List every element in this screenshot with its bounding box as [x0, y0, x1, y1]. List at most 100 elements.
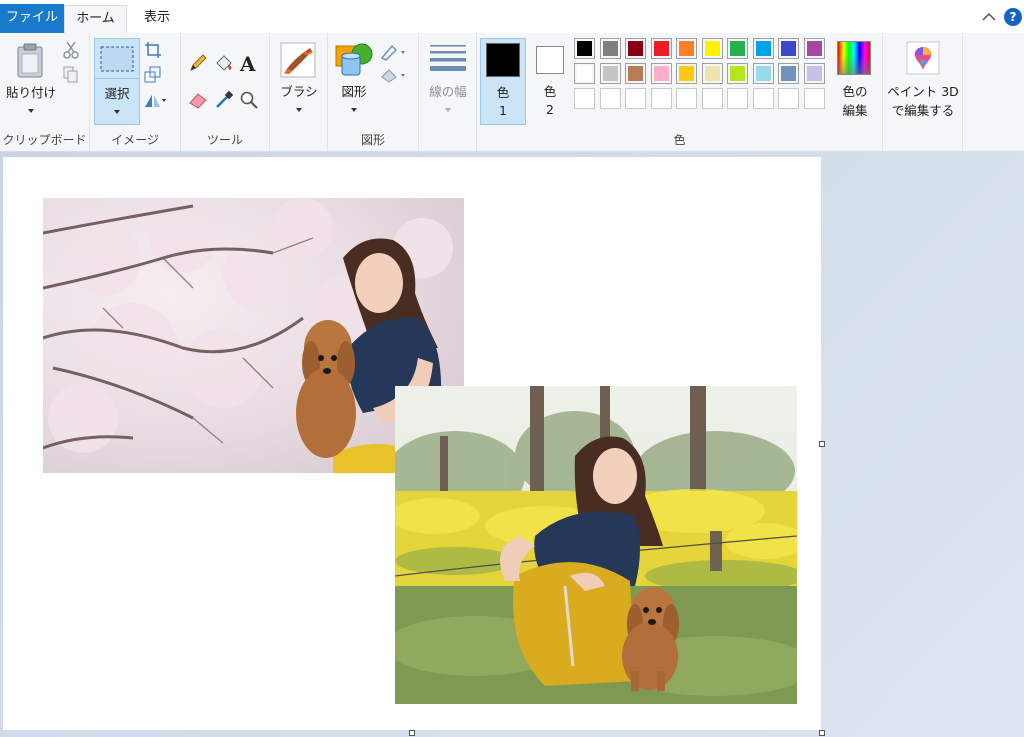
palette-swatch-fill: [577, 41, 592, 56]
paste-dropdown-arrow[interactable]: [28, 109, 34, 113]
select-divider: [95, 78, 139, 79]
tab-file[interactable]: ファイル: [0, 4, 64, 33]
palette-swatch[interactable]: [574, 38, 595, 59]
palette-swatch[interactable]: [625, 38, 646, 59]
color1-button[interactable]: 色 1: [480, 38, 526, 125]
drawing-canvas[interactable]: [3, 157, 821, 730]
palette-swatch-fill: [653, 66, 669, 81]
tab-home[interactable]: ホーム: [64, 5, 127, 33]
palette-swatch-empty[interactable]: [650, 88, 672, 109]
palette-swatch[interactable]: [803, 63, 825, 84]
palette-swatch-empty[interactable]: [778, 88, 799, 109]
group-label-shapes: 図形: [360, 133, 385, 147]
shapes-button[interactable]: 図形: [332, 37, 376, 121]
group-label-image: イメージ: [111, 133, 159, 147]
cut-icon[interactable]: [63, 41, 79, 59]
tab-view[interactable]: 表示: [130, 5, 184, 33]
palette-swatch-fill: [628, 66, 643, 81]
palette-swatch[interactable]: [574, 63, 595, 84]
palette-swatch[interactable]: [778, 63, 799, 84]
palette-swatch[interactable]: [599, 63, 621, 84]
edit-with-paint3d-button[interactable]: ペイント 3D で編集する: [885, 37, 961, 121]
text-icon[interactable]: A: [239, 52, 259, 74]
brushes-dropdown-arrow[interactable]: [296, 108, 302, 112]
palette-swatch[interactable]: [778, 38, 799, 59]
color2-button[interactable]: 色 2: [528, 39, 572, 124]
ribbon-home: 貼り付け クリップボード 選択 イメージ A ツール ブラシ 図形 図形 線の幅…: [0, 33, 1024, 152]
shapes-dropdown-arrow[interactable]: [351, 108, 357, 112]
color2-label-line1: 色: [543, 84, 557, 99]
color2-label-line2: 2: [546, 102, 554, 117]
edit-colors-button[interactable]: 色の 編集: [832, 37, 878, 121]
magnifier-icon[interactable]: [239, 90, 259, 110]
palette-swatch-empty[interactable]: [599, 88, 621, 109]
group-brushes: ブラシ: [270, 33, 328, 151]
brushes-button[interactable]: ブラシ: [272, 37, 326, 121]
palette-swatch[interactable]: [752, 63, 774, 84]
eraser-icon[interactable]: [188, 91, 208, 109]
resize-icon[interactable]: [144, 66, 162, 84]
palette-swatch[interactable]: [701, 38, 723, 59]
palette-swatch[interactable]: [752, 38, 774, 59]
palette-swatch-empty[interactable]: [727, 88, 748, 109]
group-colors: 色 1 色 2 色の 編集 色: [477, 33, 883, 151]
color-picker-icon[interactable]: [214, 90, 234, 110]
palette-swatch-empty[interactable]: [752, 88, 774, 109]
size-dropdown-arrow[interactable]: [445, 108, 451, 112]
palette-swatch[interactable]: [625, 63, 646, 84]
color-palette: [574, 38, 830, 116]
group-clipboard: 貼り付け クリップボード: [0, 33, 90, 151]
ribbon-tab-bar: ファイル ホーム 表示 ?: [0, 0, 1024, 34]
fill-bucket-icon[interactable]: [214, 53, 234, 73]
select-button[interactable]: 選択: [94, 38, 140, 125]
paint3d-label-line2: で編集する: [891, 103, 955, 118]
canvas-resize-handle-right[interactable]: [819, 441, 825, 447]
palette-swatch[interactable]: [676, 38, 697, 59]
size-button[interactable]: 線の幅: [421, 37, 475, 121]
clipboard-icon: [17, 43, 43, 78]
help-icon[interactable]: ?: [1004, 8, 1022, 26]
paint3d-label-line1: ペイント 3D: [887, 84, 959, 99]
color1-label-line1: 色: [496, 85, 510, 100]
palette-swatch-fill: [755, 41, 771, 56]
canvas-resize-handle-corner[interactable]: [819, 730, 825, 736]
palette-swatch-empty[interactable]: [803, 88, 825, 109]
palette-swatch-empty[interactable]: [676, 88, 697, 109]
palette-swatch[interactable]: [727, 63, 748, 84]
palette-swatch-fill: [679, 41, 694, 56]
palette-swatch-fill: [704, 66, 720, 81]
edit-colors-label-line1: 色の: [842, 84, 868, 99]
canvas-workspace[interactable]: [0, 152, 1024, 737]
palette-swatch-empty[interactable]: [701, 88, 723, 109]
palette-swatch[interactable]: [701, 63, 723, 84]
group-tools: A ツール: [181, 33, 270, 151]
paste-button[interactable]: 貼り付け: [2, 37, 58, 117]
svg-text:A: A: [239, 52, 256, 74]
group-label-clipboard: クリップボード: [2, 133, 87, 147]
pencil-icon[interactable]: [188, 53, 208, 73]
canvas-resize-handle-bottom[interactable]: [409, 730, 415, 736]
palette-swatch[interactable]: [803, 38, 825, 59]
palette-swatch[interactable]: [727, 38, 748, 59]
select-dropdown-arrow[interactable]: [114, 110, 120, 114]
palette-swatch-fill: [730, 66, 745, 81]
palette-swatch-empty[interactable]: [574, 88, 595, 109]
palette-swatch[interactable]: [676, 63, 697, 84]
copy-icon[interactable]: [63, 66, 79, 84]
palette-swatch[interactable]: [599, 38, 621, 59]
fill-icon[interactable]: [380, 66, 408, 84]
palette-swatch[interactable]: [650, 38, 672, 59]
minimize-ribbon-icon[interactable]: [980, 8, 998, 26]
palette-swatch[interactable]: [650, 63, 672, 84]
palette-swatch-fill: [755, 66, 771, 81]
rotate-icon[interactable]: [143, 91, 167, 109]
crop-icon[interactable]: [144, 41, 162, 59]
palette-swatch-empty[interactable]: [625, 88, 646, 109]
palette-swatch-fill: [679, 66, 694, 81]
palette-swatch-fill: [704, 41, 720, 56]
select-label: 選択: [104, 86, 130, 101]
outline-icon[interactable]: [380, 43, 408, 61]
color1-swatch: [486, 43, 520, 77]
brushes-label: ブラシ: [280, 84, 318, 99]
photo-rapeseed-field[interactable]: [395, 386, 797, 704]
